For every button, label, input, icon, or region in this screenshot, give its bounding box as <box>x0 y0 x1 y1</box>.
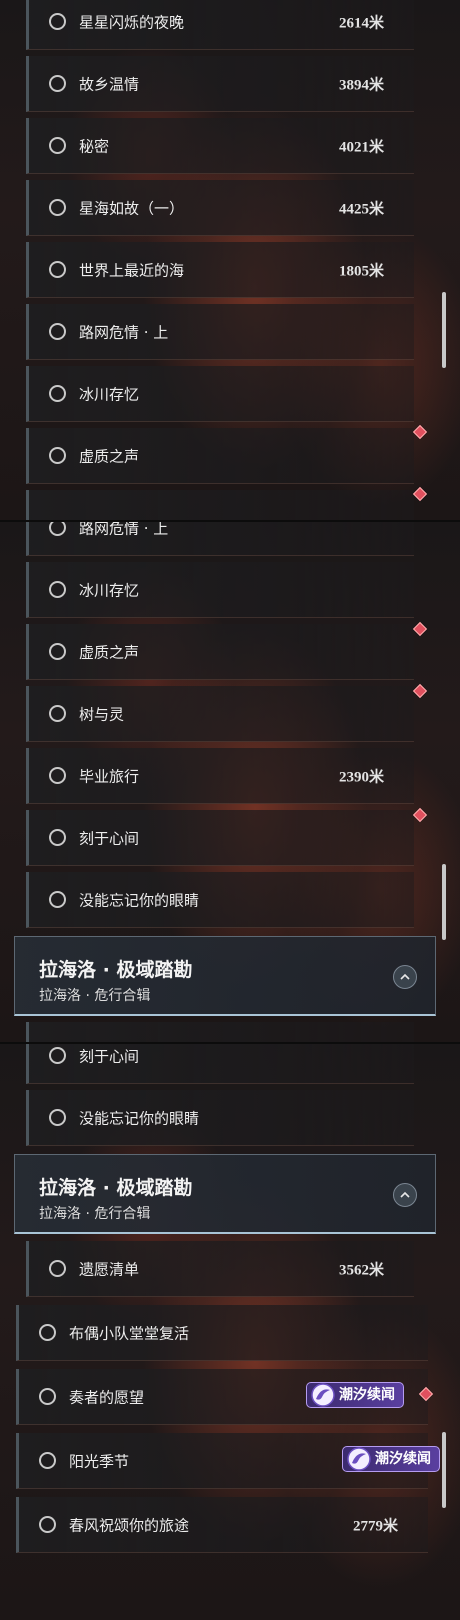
quest-title: 虚质之声 <box>79 643 140 661</box>
radio-circle-icon[interactable] <box>49 642 66 660</box>
quest-distance: 2390米 <box>338 769 384 785</box>
quest-title: 没能忘记你的眼睛 <box>79 1109 200 1127</box>
radio-circle-icon[interactable] <box>39 1387 56 1405</box>
radio-circle-icon[interactable] <box>49 580 66 598</box>
quest-row[interactable]: 冰川存忆 <box>26 562 414 618</box>
event-tag-label: 潮汐续闻 <box>375 1451 431 1467</box>
radio-circle-icon[interactable] <box>49 446 66 464</box>
quest-row[interactable]: 虚质之声 <box>26 624 414 680</box>
tidal-swirl-icon <box>347 1447 371 1471</box>
quest-row[interactable]: 秘密 4021米 <box>26 118 414 174</box>
radio-circle-icon[interactable] <box>49 766 66 784</box>
quest-title: 遗愿清单 <box>79 1260 140 1278</box>
category-title: 拉海洛 · 极域踏勘 <box>39 1177 193 1199</box>
quest-row[interactable]: 虚质之声 <box>26 428 414 484</box>
scrollbar-thumb[interactable] <box>442 1432 446 1508</box>
quest-title: 布偶小队堂堂复活 <box>69 1324 190 1342</box>
category-subtitle: 拉海洛 · 危行合辑 <box>39 988 151 1004</box>
radio-circle-icon[interactable] <box>49 704 66 722</box>
quest-row[interactable]: 没能忘记你的眼睛 <box>26 1090 414 1146</box>
event-tag-badge: 潮汐续闻 <box>342 1446 440 1472</box>
quest-title: 星星闪烁的夜晚 <box>79 13 185 31</box>
radio-circle-icon[interactable] <box>49 136 66 154</box>
quest-title: 奏者的愿望 <box>69 1388 145 1406</box>
quest-row[interactable]: 刻于心间 <box>26 810 414 866</box>
quest-title: 刻于心间 <box>79 829 140 847</box>
quest-title: 星海如故（一） <box>79 199 185 217</box>
radio-circle-icon[interactable] <box>49 322 66 340</box>
radio-circle-icon[interactable] <box>49 1108 66 1126</box>
quest-row-partial[interactable] <box>26 1022 414 1044</box>
quest-title: 路网危情 · 上 <box>79 522 169 537</box>
quest-title: 冰川存忆 <box>79 581 140 599</box>
event-tag-badge: 潮汐续闻 <box>306 1382 404 1408</box>
quest-distance: 1805米 <box>338 263 384 279</box>
chevron-up-icon[interactable] <box>393 1183 417 1207</box>
quest-row[interactable]: 没能忘记你的眼睛 <box>26 872 414 928</box>
radio-circle-icon[interactable] <box>49 522 66 536</box>
quest-row[interactable]: 冰川存忆 <box>26 366 414 422</box>
scrollbar-thumb[interactable] <box>442 292 446 368</box>
radio-circle-icon[interactable] <box>39 1451 56 1469</box>
radio-circle-icon[interactable] <box>49 198 66 216</box>
quest-row[interactable]: 路网危情 · 上 <box>26 522 414 556</box>
radio-circle-icon[interactable] <box>49 1259 66 1277</box>
category-header[interactable]: 拉海洛 · 极域踏勘 拉海洛 · 危行合辑 <box>14 1154 436 1234</box>
quest-row[interactable]: 遗愿清单 3562米 <box>26 1241 414 1297</box>
quest-list-panel-3: 刻于心间 没能忘记你的眼睛 拉海洛 · 极域踏勘 拉海洛 · 危行合辑 遗愿清单… <box>0 1044 460 1620</box>
quest-distance: 3562米 <box>338 1262 384 1278</box>
quest-distance: 4021米 <box>338 139 384 155</box>
quest-title: 虚质之声 <box>79 447 140 465</box>
quest-distance: 3894米 <box>338 77 384 93</box>
radio-circle-icon[interactable] <box>49 260 66 278</box>
radio-circle-icon[interactable] <box>39 1515 56 1533</box>
quest-title: 故乡温情 <box>79 75 140 93</box>
quest-title: 刻于心间 <box>79 1047 140 1065</box>
radio-circle-icon[interactable] <box>39 1323 56 1341</box>
radio-circle-icon[interactable] <box>49 890 66 908</box>
scrollbar-thumb[interactable] <box>442 864 446 940</box>
quest-distance: 2614米 <box>338 15 384 31</box>
radio-circle-icon[interactable] <box>49 384 66 402</box>
quest-title: 毕业旅行 <box>79 767 140 785</box>
quest-list-panel-1: 星星闪烁的夜晚 2614米 故乡温情 3894米 秘密 4021米 星海如故（一… <box>0 0 460 522</box>
quest-row[interactable]: 世界上最近的海 1805米 <box>26 242 414 298</box>
quest-row-partial[interactable] <box>26 490 414 522</box>
quest-title: 阳光季节 <box>69 1452 130 1470</box>
quest-row[interactable]: 毕业旅行 2390米 <box>26 748 414 804</box>
quest-title: 世界上最近的海 <box>79 261 185 279</box>
quest-row[interactable]: 星海如故（一） 4425米 <box>26 180 414 236</box>
radio-circle-icon[interactable] <box>49 828 66 846</box>
tidal-swirl-icon <box>311 1383 335 1407</box>
quest-row[interactable]: 故乡温情 3894米 <box>26 56 414 112</box>
quest-distance: 4425米 <box>338 201 384 217</box>
quest-title: 没能忘记你的眼睛 <box>79 891 200 909</box>
quest-title: 秘密 <box>79 137 110 155</box>
radio-circle-icon[interactable] <box>49 74 66 92</box>
quest-row[interactable]: 路网危情 · 上 <box>26 304 414 360</box>
radio-circle-icon[interactable] <box>49 1046 66 1064</box>
category-title: 拉海洛 · 极域踏勘 <box>39 959 193 981</box>
category-subtitle: 拉海洛 · 危行合辑 <box>39 1206 151 1222</box>
quest-title: 路网危情 · 上 <box>79 323 169 341</box>
quest-row[interactable]: 布偶小队堂堂复活 <box>16 1305 428 1361</box>
quest-row[interactable]: 刻于心间 <box>26 1044 414 1084</box>
chevron-up-icon[interactable] <box>393 965 417 989</box>
event-tag-label: 潮汐续闻 <box>339 1387 395 1403</box>
quest-row[interactable]: 春风祝颂你的旅途 2779米 <box>16 1497 428 1553</box>
quest-distance: 2779米 <box>352 1518 398 1534</box>
quest-list-panel-2: 路网危情 · 上 冰川存忆 虚质之声 树与灵 毕业旅行 2390米 刻于心间 没… <box>0 522 460 1044</box>
quest-title: 冰川存忆 <box>79 385 140 403</box>
category-header[interactable]: 拉海洛 · 极域踏勘 拉海洛 · 危行合辑 <box>14 936 436 1016</box>
radio-circle-icon[interactable] <box>49 12 66 30</box>
quest-title: 树与灵 <box>79 705 125 723</box>
quest-row[interactable]: 星星闪烁的夜晚 2614米 <box>26 0 414 50</box>
quest-title: 春风祝颂你的旅途 <box>69 1516 190 1534</box>
quest-row[interactable]: 树与灵 <box>26 686 414 742</box>
